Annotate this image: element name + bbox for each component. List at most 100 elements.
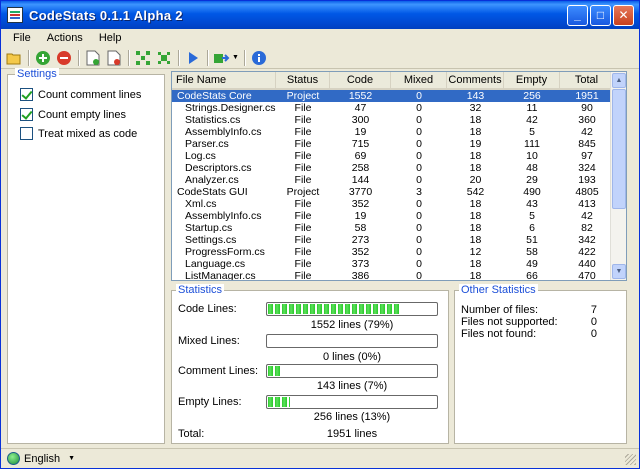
table-cell: File [294,126,312,138]
column-mixed[interactable]: Mixed [391,72,447,88]
column-status[interactable]: Status [276,72,330,88]
table-cell: 10 [526,150,538,162]
table-cell: 470 [578,270,596,281]
table-cell: 0 [416,270,422,281]
table-row[interactable]: AssemblyInfo.cs File 19 0 18 5 42 [172,126,626,138]
table-cell: 18 [469,234,482,246]
table-cell: 82 [581,222,593,234]
table-cell: 11 [526,102,538,114]
table-cell: 51 [526,234,538,246]
column-total[interactable]: Total [560,72,614,88]
toolbar: ▼ [1,47,639,69]
checkbox-unchecked-icon[interactable] [20,127,33,140]
table-cell: 90 [581,102,593,114]
table-cell: 20 [469,174,482,186]
count-comment-lines-checkbox[interactable]: Count comment lines [20,88,141,101]
table-cell: 440 [578,258,596,270]
table-cell: 0 [416,90,422,102]
table-row[interactable]: Parser.cs File 715 0 19 111 845 [172,138,626,150]
add-icon[interactable] [34,49,52,67]
toolbar-separator [128,49,129,66]
scroll-thumb[interactable] [612,89,626,209]
toolbar-separator [207,49,208,66]
minimize-button[interactable]: _ [567,5,588,26]
table-row[interactable]: Strings.Designer.cs File 47 0 32 11 90 [172,102,626,114]
table-row[interactable]: AssemblyInfo.cs File 19 0 18 5 42 [172,210,626,222]
statistics-legend: Statistics [176,284,225,296]
progress-fill [268,397,290,407]
table-cell: ProgressForm.cs [185,246,265,258]
remove-project-icon[interactable] [105,49,123,67]
table-row[interactable]: ProgressForm.cs File 352 0 12 58 422 [172,246,626,258]
title-bar[interactable]: CodeStats 0.1.1 Alpha 2 _ □ ✕ [1,1,639,29]
checkbox-label: Count comment lines [38,88,142,101]
table-cell: CodeStats GUI [177,186,248,198]
table-cell: 352 [351,246,370,258]
expand-all-icon[interactable] [134,49,152,67]
statistics-panel: Statistics Code Lines: 1552 lines (79%) … [171,284,449,444]
column-comments[interactable]: Comments [447,72,504,88]
table-cell: Project [286,186,320,198]
table-cell: 42 [526,114,538,126]
table-row[interactable]: Startup.cs File 58 0 18 6 82 [172,222,626,234]
remove-icon[interactable] [55,49,73,67]
close-button[interactable]: ✕ [613,5,634,26]
table-cell: 66 [526,270,538,281]
app-icon [7,7,23,23]
table-cell: 0 [416,150,422,162]
table-cell: 360 [578,114,596,126]
resize-grip[interactable] [625,454,636,465]
chevron-down-icon[interactable]: ▼ [68,455,75,462]
maximize-button[interactable]: □ [590,5,611,26]
files-not-found-row: Files not found: 0 [461,328,597,340]
run-icon[interactable] [184,49,202,67]
menu-actions[interactable]: Actions [39,32,91,44]
table-row[interactable]: Settings.cs File 273 0 18 51 342 [172,234,626,246]
column-empty[interactable]: Empty [504,72,560,88]
new-project-icon[interactable] [84,49,102,67]
table-row[interactable]: Language.cs File 373 0 18 49 440 [172,258,626,270]
table-cell: 18 [469,270,482,281]
table-cell: 19 [469,138,482,150]
checkbox-checked-icon[interactable] [20,88,33,101]
progress-fill [268,366,280,376]
stat-label: Number of files: [461,304,539,316]
toolbar-separator [178,49,179,66]
table-row[interactable]: Analyzer.cs File 144 0 20 29 193 [172,174,626,186]
menu-help[interactable]: Help [91,32,130,44]
table-row[interactable]: Xml.cs File 352 0 18 43 413 [172,198,626,210]
vertical-scrollbar[interactable]: ▲ ▼ [610,72,626,280]
info-icon[interactable] [250,49,268,67]
table-cell: 0 [416,102,422,114]
settings-panel: Settings Count comment lines Count empty… [7,68,165,444]
table-row[interactable]: Log.cs File 69 0 18 10 97 [172,150,626,162]
menu-bar: File Actions Help [1,29,639,47]
table-row[interactable]: Descriptors.cs File 258 0 18 48 324 [172,162,626,174]
table-row[interactable]: CodeStats GUI Project 3770 3 542 490 4805 [172,186,626,198]
table-cell: Settings.cs [185,234,237,246]
table-row[interactable]: CodeStats Core Project 1552 0 143 256 1951 [172,90,626,102]
scroll-up-button[interactable]: ▲ [612,73,626,88]
treat-mixed-as-code-checkbox[interactable]: Treat mixed as code [20,127,137,140]
column-code[interactable]: Code [330,72,391,88]
language-selector[interactable]: English [24,453,60,465]
export-icon[interactable] [213,49,231,67]
table-cell: File [294,246,312,258]
table-cell: 18 [469,198,482,210]
code-lines-label: Code Lines: [178,303,237,315]
table-row[interactable]: ListManager.cs File 386 0 18 66 470 [172,270,626,281]
column-file-name[interactable]: File Name [172,72,276,88]
open-folder-icon[interactable] [5,49,23,67]
checkbox-checked-icon[interactable] [20,108,33,121]
table-cell: 273 [351,234,370,246]
file-list-table[interactable]: File Name Status Code Mixed Comments Emp… [171,71,627,281]
menu-file[interactable]: File [5,32,39,44]
collapse-all-icon[interactable] [155,49,173,67]
table-cell: File [294,234,312,246]
empty-lines-progress-bar [266,395,438,409]
scroll-down-button[interactable]: ▼ [612,264,626,279]
count-empty-lines-checkbox[interactable]: Count empty lines [20,108,126,121]
chevron-down-icon[interactable]: ▼ [232,54,239,61]
table-row[interactable]: Statistics.cs File 300 0 18 42 360 [172,114,626,126]
table-cell: 18 [469,114,482,126]
